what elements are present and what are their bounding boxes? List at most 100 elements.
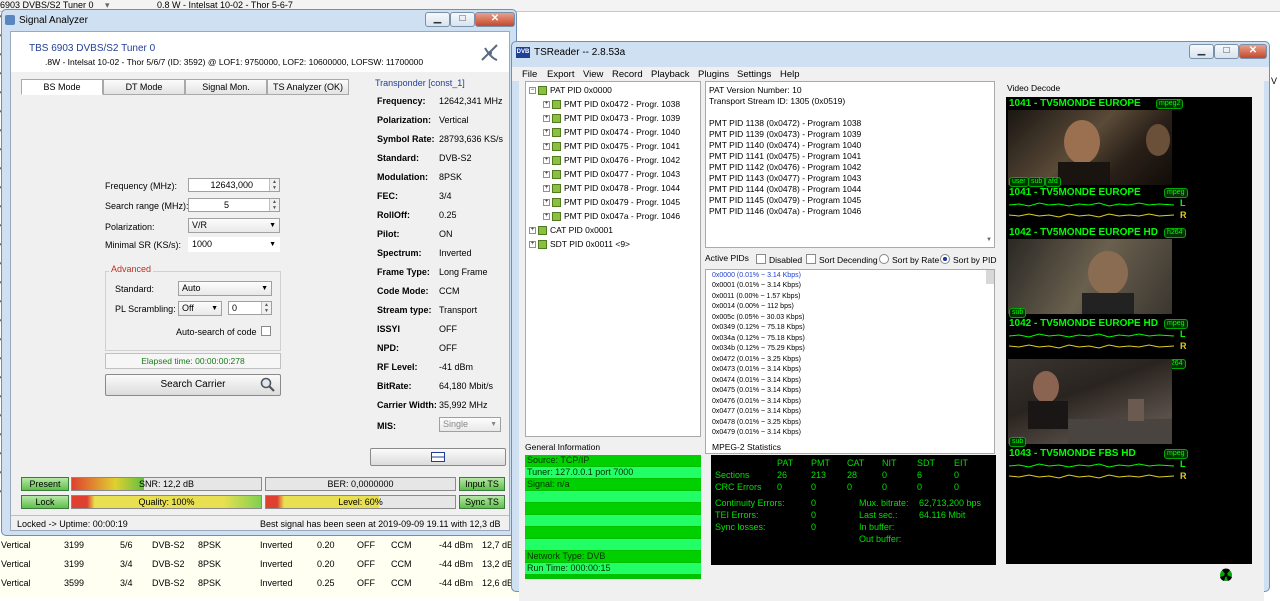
tree-node-pmt[interactable]: + PMT PID 0x0472 - Progr. 1038	[543, 99, 680, 110]
tab-dt-mode[interactable]: DT Mode	[103, 79, 185, 95]
maximize-button[interactable]: □	[1214, 44, 1239, 59]
maximize-button[interactable]: □	[450, 12, 475, 27]
stat-header: CAT	[847, 458, 865, 468]
spin-arrows-icon[interactable]: ▲ ▼	[269, 179, 279, 191]
transponder-value: 3/4	[439, 191, 452, 201]
list-item[interactable]: 0x0479 (0.01% ~ 3.14 Kbps)	[712, 429, 801, 436]
sort-descending-label: Sort Decending	[819, 255, 878, 265]
frequency-input[interactable]: 12643,000 ▲ ▼	[188, 178, 280, 192]
expand-icon[interactable]: +	[543, 213, 550, 221]
collapse-icon[interactable]: −	[529, 87, 536, 95]
tei-label: TEI Errors:	[715, 510, 759, 520]
badge: sub	[1009, 308, 1027, 318]
video-frame-2[interactable]	[1008, 239, 1172, 314]
transponder-label: Symbol Rate:	[377, 134, 435, 144]
tree-node-pmt[interactable]: + PMT PID 0x0478 - Progr. 1044	[543, 183, 680, 194]
video-frame-1[interactable]	[1008, 110, 1172, 185]
magnifier-icon	[260, 377, 275, 392]
polarization-select[interactable]: V/R ▼	[188, 218, 280, 233]
list-item[interactable]: 0x0472 (0.01% ~ 3.25 Kbps)	[712, 356, 801, 363]
tree-node-pmt[interactable]: + PMT PID 0x0475 - Progr. 1041	[543, 141, 680, 152]
list-item[interactable]: 0x0011 (0.00% ~ 1.57 Kbps)	[712, 293, 800, 300]
lock-button[interactable]: Lock	[21, 495, 69, 509]
transponder-label: NPD:	[377, 343, 399, 353]
menu-record[interactable]: Record	[612, 69, 643, 80]
pl-code-input[interactable]: 0 ▲ ▼	[228, 301, 272, 315]
info-line: Run Time: 000:00:15	[525, 563, 701, 574]
disabled-checkbox[interactable]	[756, 254, 766, 264]
spin-arrows-icon[interactable]: ▲ ▼	[269, 199, 279, 211]
menu-plugins[interactable]: Plugins	[698, 69, 729, 80]
close-button[interactable]: ✕	[475, 12, 515, 27]
spectrum-toggle-button[interactable]	[370, 448, 506, 466]
list-item[interactable]: 0x0475 (0.01% ~ 3.14 Kbps)	[712, 387, 801, 394]
tree-node-cat[interactable]: + CAT PID 0x0001	[529, 225, 613, 236]
tree-node-pmt[interactable]: + PMT PID 0x0476 - Progr. 1042	[543, 155, 680, 166]
video-frame-3[interactable]	[1008, 359, 1172, 444]
tab-bs-mode[interactable]: BS Mode	[21, 79, 103, 95]
table-icon	[538, 86, 547, 96]
info-line	[525, 491, 701, 502]
table-row[interactable]: Vertical 3199 3/4 DVB-S2 8PSK Inverted 0…	[0, 555, 520, 573]
list-item[interactable]: 0x0000 (0.01% ~ 3.14 Kbps)	[712, 272, 801, 279]
tree-node-pmt[interactable]: + PMT PID 0x0474 - Progr. 1040	[543, 127, 680, 138]
pl-scrambling-select[interactable]: Off ▼	[178, 301, 222, 316]
tree-node-sdt[interactable]: + SDT PID 0x0011 <9>	[529, 239, 630, 250]
tree-node-pmt[interactable]: + PMT PID 0x047a - Progr. 1046	[543, 211, 680, 222]
list-item[interactable]: 0x034b (0.12% ~ 75.29 Kbps)	[712, 345, 805, 352]
expand-icon[interactable]: +	[543, 171, 550, 179]
list-item[interactable]: 0x0474 (0.01% ~ 3.14 Kbps)	[712, 377, 801, 384]
expand-icon[interactable]: +	[543, 143, 550, 151]
table-row[interactable]: Vertical 3599 3/4 DVB-S2 8PSK Inverted 0…	[0, 574, 520, 592]
tree-node-pat[interactable]: − PAT PID 0x0000	[529, 85, 612, 96]
expand-icon[interactable]: +	[543, 199, 550, 207]
mis-select[interactable]: Single ▼	[439, 417, 501, 432]
list-item[interactable]: 0x0473 (0.01% ~ 3.14 Kbps)	[712, 366, 801, 373]
sort-pid-radio[interactable]	[940, 254, 950, 264]
auto-search-checkbox[interactable]	[261, 326, 271, 336]
tree-node-pmt[interactable]: + PMT PID 0x0473 - Progr. 1039	[543, 113, 680, 124]
scrollbar-thumb[interactable]	[986, 270, 994, 284]
menu-playback[interactable]: Playback	[651, 69, 690, 80]
tab-ts-analyzer[interactable]: TS Analyzer (OK)	[267, 79, 349, 95]
input-ts-button[interactable]: Input TS	[459, 477, 505, 491]
list-item[interactable]: 0x0349 (0.12% ~ 75.18 Kbps)	[712, 324, 805, 331]
spin-arrows-icon[interactable]: ▲ ▼	[261, 302, 271, 314]
expand-icon[interactable]: +	[529, 241, 536, 249]
menu-settings[interactable]: Settings	[737, 69, 771, 80]
present-button[interactable]: Present	[21, 477, 69, 491]
menu-help[interactable]: Help	[780, 69, 800, 80]
list-item[interactable]: 0x0001 (0.01% ~ 3.14 Kbps)	[712, 282, 801, 289]
list-item[interactable]: 0x005c (0.05% ~ 30.03 Kbps)	[712, 314, 804, 321]
expand-icon[interactable]: +	[543, 115, 550, 123]
menu-file[interactable]: File	[522, 69, 537, 80]
expand-icon[interactable]: +	[543, 129, 550, 137]
standard-select[interactable]: Auto ▼	[178, 281, 272, 296]
table-row[interactable]: Vertical 3199 5/6 DVB-S2 8PSK Inverted 0…	[0, 536, 520, 554]
tree-node-pmt[interactable]: + PMT PID 0x0477 - Progr. 1043	[543, 169, 680, 180]
sort-rate-radio[interactable]	[879, 254, 889, 264]
list-item[interactable]: 0x0477 (0.01% ~ 3.14 Kbps)	[712, 408, 801, 415]
list-item[interactable]: 0x034a (0.12% ~ 75.18 Kbps)	[712, 335, 805, 342]
sync-ts-button[interactable]: Sync TS	[459, 495, 505, 509]
list-item[interactable]: 0x0476 (0.01% ~ 3.14 Kbps)	[712, 398, 801, 405]
scroll-down-icon[interactable]: ▼	[986, 237, 992, 243]
expand-icon[interactable]: +	[543, 157, 550, 165]
search-range-input[interactable]: 5 ▲ ▼	[188, 198, 280, 212]
expand-icon[interactable]: +	[529, 227, 536, 235]
menu-view[interactable]: View	[583, 69, 603, 80]
expand-icon[interactable]: +	[543, 185, 550, 193]
close-button[interactable]: ✕	[1239, 44, 1267, 59]
minimize-button[interactable]: ▁	[425, 12, 450, 27]
minimize-button[interactable]: ▁	[1189, 44, 1214, 59]
sort-descending-checkbox[interactable]	[806, 254, 816, 264]
list-item[interactable]: 0x0478 (0.01% ~ 3.25 Kbps)	[712, 419, 801, 426]
transponder-value: 28793,636 KS/s	[439, 134, 504, 144]
list-item[interactable]: 0x0014 (0.00% ~ 112 bps)	[712, 303, 794, 310]
minimal-sr-select[interactable]: 1000 ▼	[188, 237, 280, 252]
menu-export[interactable]: Export	[547, 69, 574, 80]
tab-signal-mon[interactable]: Signal Mon.	[185, 79, 267, 95]
tree-node-pmt[interactable]: + PMT PID 0x0479 - Progr. 1045	[543, 197, 680, 208]
search-carrier-button[interactable]: Search Carrier	[105, 374, 281, 396]
expand-icon[interactable]: +	[543, 101, 550, 109]
